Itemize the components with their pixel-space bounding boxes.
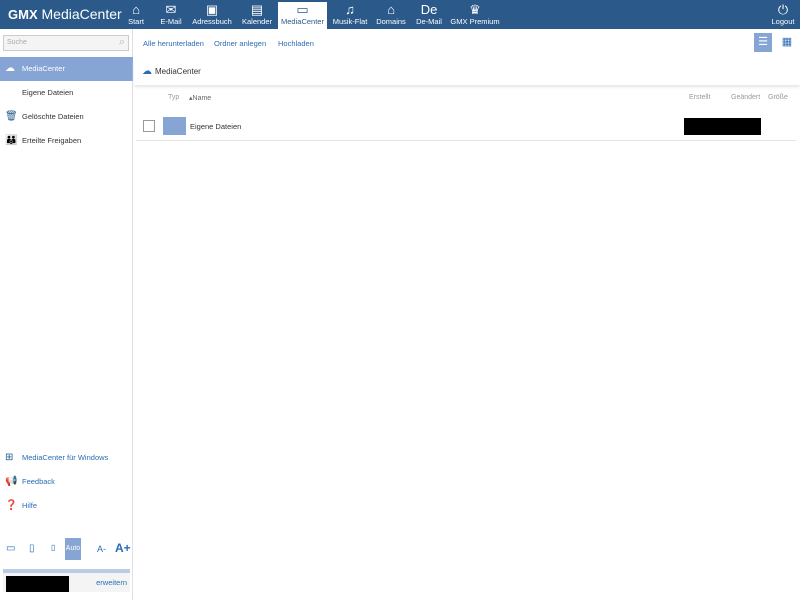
nav-email[interactable]: ✉ E-Mail bbox=[155, 2, 187, 29]
auto-view-button[interactable]: Auto bbox=[65, 538, 81, 560]
power-icon: ⏻ bbox=[777, 2, 789, 17]
folder-icon bbox=[163, 117, 186, 135]
logout-button[interactable]: ⏻ Logout bbox=[768, 2, 798, 29]
column-created[interactable]: Erstellt bbox=[689, 94, 710, 101]
demail-icon: De bbox=[420, 2, 438, 17]
cloud-icon: ☁ bbox=[5, 63, 15, 74]
home-icon: ⌂ bbox=[132, 2, 140, 17]
search-icon[interactable]: ⌕ bbox=[119, 36, 125, 49]
download-all-button[interactable]: Alle herunterladen bbox=[143, 39, 204, 48]
trash-icon: 🗑 bbox=[5, 111, 18, 122]
tablet-view-icon[interactable]: ▯ bbox=[29, 543, 35, 554]
folder-cloud-icon: ▭ bbox=[296, 2, 309, 17]
nav-start[interactable]: ⌂ Start bbox=[124, 2, 148, 29]
column-type[interactable]: Typ bbox=[168, 94, 179, 101]
new-folder-button[interactable]: Ordner anlegen bbox=[214, 39, 266, 48]
upload-button[interactable]: Hochladen bbox=[278, 39, 314, 48]
row-checkbox[interactable] bbox=[143, 120, 155, 132]
table-row[interactable]: Eigene Dateien bbox=[136, 113, 796, 141]
windows-icon: ⊞ bbox=[5, 452, 14, 463]
link-hilfe[interactable]: ❓ Hilfe bbox=[0, 494, 133, 518]
crown-icon: ♛ bbox=[469, 2, 481, 17]
expand-link[interactable]: erweitern bbox=[96, 578, 127, 587]
list-view-button[interactable]: ☰ bbox=[754, 33, 772, 52]
nav-musik-flat[interactable]: ♫ Musik-Flat bbox=[331, 2, 369, 29]
mobile-view-icon[interactable]: ▯ bbox=[51, 543, 55, 552]
people-icon: 👪 bbox=[5, 135, 18, 146]
domain-icon: ⌂ bbox=[387, 2, 395, 17]
link-mediacenter-windows[interactable]: ⊞ MediaCenter für Windows bbox=[0, 446, 133, 470]
desktop-view-icon[interactable]: ▭ bbox=[6, 543, 15, 554]
tile-view-button[interactable]: ▦ bbox=[778, 33, 796, 52]
cloud-icon: ☁ bbox=[142, 66, 152, 77]
redacted-storage bbox=[6, 576, 69, 592]
calendar-icon: ▤ bbox=[250, 2, 264, 17]
addressbook-icon: ▣ bbox=[205, 2, 219, 17]
storage-info: erweitern bbox=[3, 573, 130, 592]
sidebar-item-geloeschte-dateien[interactable]: 🗑 Gelöschte Dateien bbox=[0, 105, 133, 129]
breadcrumb: ☁ MediaCenter bbox=[134, 59, 800, 85]
column-modified[interactable]: Geändert bbox=[731, 94, 760, 101]
music-icon: ♫ bbox=[345, 2, 355, 17]
mail-icon: ✉ bbox=[165, 2, 177, 17]
nav-domains[interactable]: ⌂ Domains bbox=[374, 2, 408, 29]
column-name[interactable]: ▴Name bbox=[189, 94, 211, 102]
sidebar-item-mediacenter[interactable]: ☁ MediaCenter bbox=[0, 57, 133, 81]
font-larger-button[interactable]: A+ bbox=[115, 541, 131, 555]
main-content: Alle herunterladen Ordner anlegen Hochla… bbox=[134, 29, 800, 600]
nav-kalender[interactable]: ▤ Kalender bbox=[240, 2, 274, 29]
nav-mediacenter[interactable]: ▭ MediaCenter bbox=[278, 2, 327, 29]
sidebar-item-eigene-dateien[interactable]: Eigene Dateien bbox=[0, 81, 133, 105]
search-input[interactable]: Suche ⌕ bbox=[3, 35, 129, 51]
top-nav-bar: GMX MediaCenter ⌂ Start ✉ E-Mail ▣ Adressbu… bbox=[0, 0, 800, 29]
column-size[interactable]: Größe bbox=[768, 94, 788, 101]
help-icon: ❓ bbox=[5, 500, 18, 511]
nav-gmx-premium[interactable]: ♛ GMX Premium bbox=[450, 2, 500, 29]
sidebar: Suche ⌕ ☁ MediaCenter Eigene Dateien 🗑 Gelö… bbox=[0, 29, 133, 600]
redacted-date bbox=[684, 118, 761, 135]
file-name[interactable]: Eigene Dateien bbox=[190, 122, 241, 131]
nav-de-mail[interactable]: De De-Mail bbox=[413, 2, 445, 29]
sidebar-item-erteilte-freigaben[interactable]: 👪 Erteilte Freigaben bbox=[0, 129, 133, 153]
nav-adressbuch[interactable]: ▣ Adressbuch bbox=[190, 2, 234, 29]
gmx-logo[interactable]: GMX MediaCenter bbox=[8, 6, 122, 22]
link-feedback[interactable]: 📢 Feedback bbox=[0, 470, 133, 494]
font-smaller-button[interactable]: A- bbox=[97, 544, 106, 554]
megaphone-icon: 📢 bbox=[5, 476, 18, 487]
